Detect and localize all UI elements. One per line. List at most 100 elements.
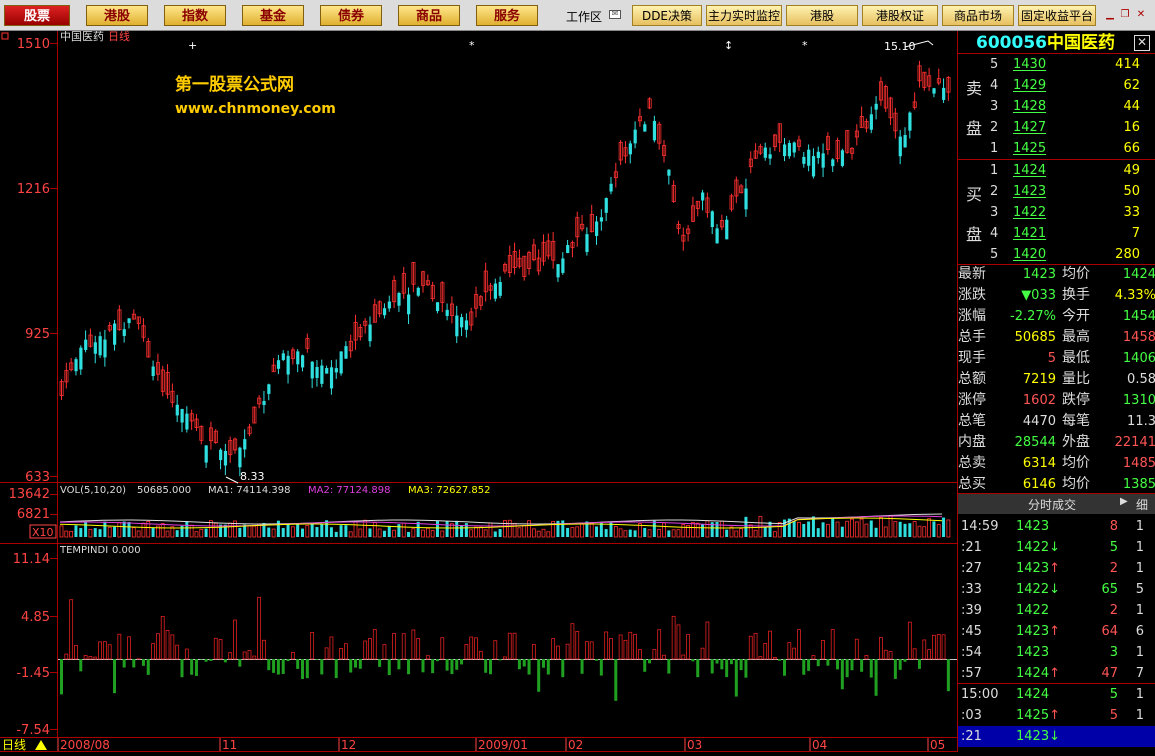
indicator-bar: [797, 630, 800, 659]
order-book-row[interactable]: 4142962: [958, 75, 1155, 96]
event-marker[interactable]: ↕: [724, 39, 733, 52]
fixed-income-button[interactable]: 固定收益平台: [1018, 5, 1096, 26]
event-marker[interactable]: +: [188, 39, 197, 52]
commodity-market-button[interactable]: 商品市场: [942, 5, 1014, 26]
tick-row[interactable]: :451423↑646: [958, 621, 1155, 642]
indicator-bar: [475, 638, 478, 659]
event-marker[interactable]: *: [469, 39, 475, 52]
volume-bar: [672, 530, 675, 537]
volume-bar: [532, 529, 535, 537]
kline-chart[interactable]: 1510 1216 925 633 中国医药 日线 第一股票公式网 www.ch…: [0, 31, 957, 752]
hk-stock-button[interactable]: 港股: [786, 5, 858, 26]
stat-value: 7219: [998, 369, 1056, 390]
tab-funds[interactable]: 基金: [242, 5, 304, 26]
volume-bar: [730, 527, 733, 537]
tick-row[interactable]: :331422↓655: [958, 579, 1155, 600]
indicator-bar: [561, 659, 564, 677]
volume-bar: [508, 520, 511, 537]
level-number: 1: [990, 138, 998, 159]
tab-commodities[interactable]: 商品: [398, 5, 460, 26]
indicator-bar: [725, 659, 728, 677]
volume-bar: [899, 522, 902, 537]
volume-bar: [624, 531, 627, 537]
mail-icon[interactable]: ✉: [609, 10, 621, 19]
volume-bar: [744, 517, 747, 537]
order-book-row[interactable]: 3142233: [958, 202, 1155, 223]
indicator-bar: [826, 659, 829, 666]
order-book-row[interactable]: 1142449: [958, 160, 1155, 181]
stat-label: 总笔: [958, 411, 986, 432]
volume-bar: [605, 529, 608, 537]
close-icon[interactable]: ✕: [1135, 10, 1147, 20]
tab-bonds[interactable]: 债券: [320, 5, 382, 26]
indicator-bar: [518, 659, 521, 669]
candle-down: [595, 222, 598, 236]
volume-bar: [561, 520, 564, 537]
indicator-bar: [65, 654, 68, 659]
tick-row[interactable]: :211422↓51: [958, 537, 1155, 558]
tick-row[interactable]: 14:59142381: [958, 516, 1155, 537]
tick-row[interactable]: :54142331: [958, 642, 1155, 663]
tick-row[interactable]: :271423↑21: [958, 558, 1155, 579]
tick-count: 7: [1128, 663, 1144, 684]
volume-bar: [725, 530, 728, 537]
indicator-bar: [301, 659, 304, 679]
candle-down: [465, 320, 468, 329]
stat-label: 总手: [958, 327, 986, 348]
hk-warrant-button[interactable]: 港股权证: [862, 5, 938, 26]
indicator-bar: [127, 637, 130, 659]
candle-down: [744, 189, 747, 210]
tab-index[interactable]: 指数: [164, 5, 226, 26]
order-book-row[interactable]: 2142716: [958, 117, 1155, 138]
tick-count: 1: [1128, 684, 1144, 705]
tick-volume: 2: [1078, 600, 1118, 621]
date-label: 2008/08: [60, 738, 110, 752]
main-force-monitor-button[interactable]: 主力实时监控: [706, 5, 782, 26]
volume-bar: [566, 528, 569, 537]
order-book-row[interactable]: 1142566: [958, 138, 1155, 159]
tick-row[interactable]: :39142221: [958, 600, 1155, 621]
stat-row: 内盘28544外盘22141: [958, 432, 1155, 453]
tab-stocks[interactable]: 股票: [4, 5, 70, 26]
period-switch[interactable]: 日线: [2, 738, 26, 752]
volume-bar: [904, 524, 907, 537]
tick-row[interactable]: :571424↑477: [958, 663, 1155, 684]
play-icon[interactable]: ▶: [1120, 496, 1128, 507]
workspace-label[interactable]: 工作区: [566, 8, 602, 25]
indicator-bar: [417, 639, 420, 659]
minimize-icon[interactable]: ▁: [1104, 10, 1116, 20]
tab-services[interactable]: 服务: [476, 5, 538, 26]
indicator-bar: [947, 659, 950, 691]
indicator-bar: [590, 642, 593, 659]
stat-label: 涨幅: [958, 306, 986, 327]
indicator-bar: [253, 656, 256, 659]
tick-row[interactable]: :211423↓: [958, 726, 1155, 747]
indicator-value: 0.000: [112, 545, 141, 556]
tick-row[interactable]: :031425↑51: [958, 705, 1155, 726]
dde-decision-button[interactable]: DDE决策: [632, 5, 702, 26]
order-book-row[interactable]: 3142844: [958, 96, 1155, 117]
settings-gear-icon[interactable]: [2, 33, 8, 39]
volume-bar: [913, 522, 916, 537]
ticks-detail-toggle[interactable]: 细: [1136, 496, 1148, 513]
order-book-row[interactable]: 51430414: [958, 54, 1155, 75]
order-book-row[interactable]: 2142350: [958, 181, 1155, 202]
tick-price: 1425↑: [1016, 705, 1060, 726]
volume-bar: [306, 525, 309, 537]
close-panel-icon[interactable]: ✕: [1134, 35, 1150, 51]
tab-hk-stocks[interactable]: 港股: [86, 5, 148, 26]
candle-down: [499, 282, 502, 296]
volume-bar: [195, 532, 198, 537]
indicator-bar: [711, 659, 714, 673]
triangle-up-icon[interactable]: [35, 740, 47, 750]
volume-bar: [113, 527, 116, 537]
tick-row[interactable]: 15:00142451: [958, 684, 1155, 705]
event-marker[interactable]: *: [802, 39, 808, 52]
restore-icon[interactable]: ❐: [1119, 10, 1131, 20]
order-book-row[interactable]: 414217: [958, 223, 1155, 244]
chart-area[interactable]: 1510 1216 925 633 中国医药 日线 第一股票公式网 www.ch…: [0, 31, 957, 752]
order-book-row[interactable]: 51420280: [958, 244, 1155, 265]
indicator-bar: [219, 639, 222, 659]
indicator-bar: [450, 659, 453, 674]
indicator-bar: [904, 659, 907, 662]
